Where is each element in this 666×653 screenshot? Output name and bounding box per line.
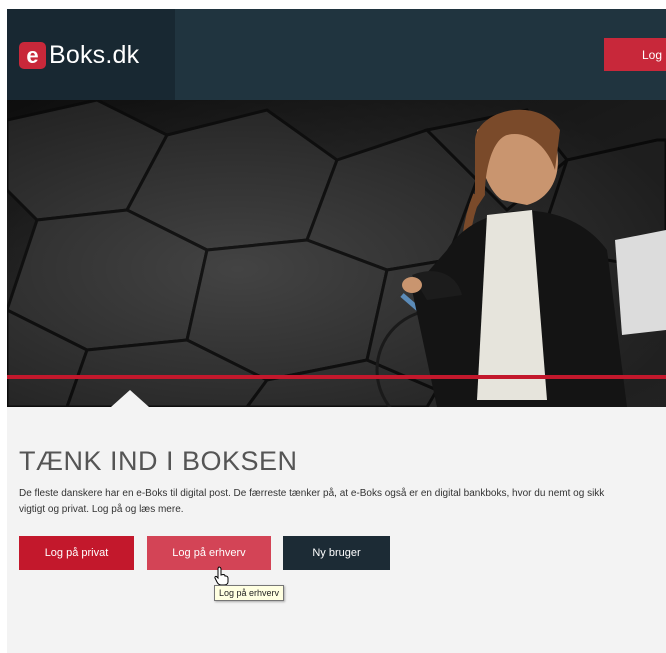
intro-text: De fleste danskere har en e-Boks til dig… [19, 488, 605, 515]
login-business-button[interactable]: Log på erhverv [147, 536, 271, 570]
hero-image [7, 100, 666, 407]
page-headline: TÆNK IND I BOKSEN [19, 446, 298, 476]
browser-viewport: e Boks.dk Log på [7, 9, 666, 653]
hero-photo [7, 100, 666, 407]
hero-caret [111, 390, 149, 407]
new-user-button[interactable]: Ny bruger [283, 536, 390, 570]
site-header: e Boks.dk Log på [7, 9, 666, 100]
logo-wordmark: Boks.dk [49, 41, 140, 69]
logo-panel: e Boks.dk [7, 9, 175, 100]
header-login-button[interactable]: Log på [604, 38, 666, 71]
eboks-logo[interactable]: e Boks.dk [19, 41, 139, 70]
tooltip: Log på erhverv [214, 585, 285, 601]
hero-red-line [7, 375, 666, 379]
login-private-button[interactable]: Log på privat [19, 536, 134, 570]
logo-e-mark: e [19, 42, 46, 69]
hand-pointer-icon [214, 566, 229, 586]
